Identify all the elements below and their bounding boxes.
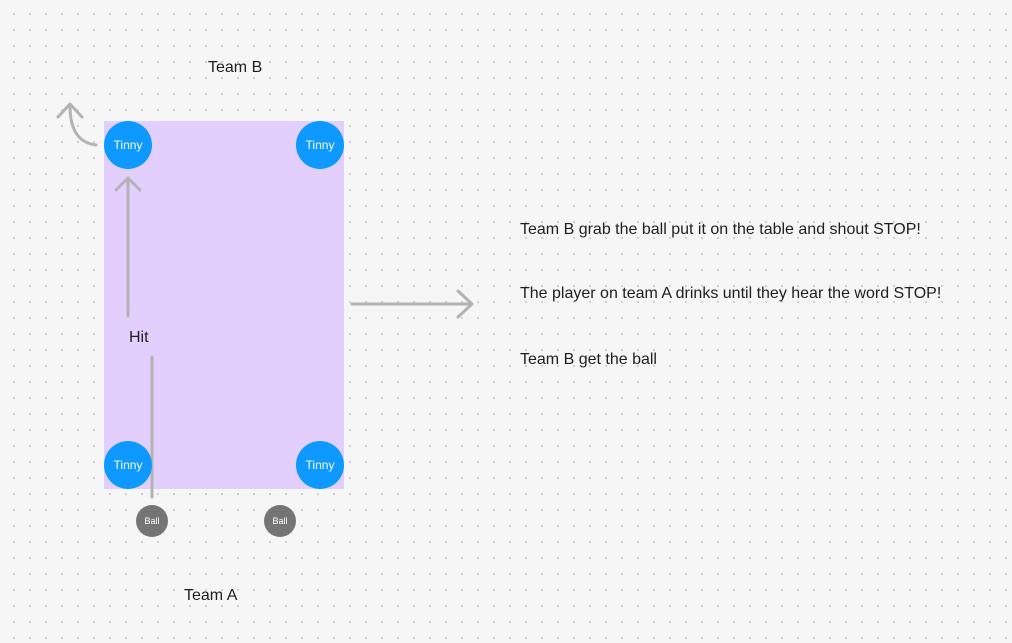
tinny-bottom-left[interactable]: Tinny bbox=[104, 441, 152, 489]
team-a-label: Team A bbox=[184, 587, 238, 604]
instruction-text: The player on team A drinks until they h… bbox=[520, 285, 942, 302]
ball-right[interactable]: Ball bbox=[264, 505, 296, 537]
ball-left[interactable]: Ball bbox=[136, 505, 168, 537]
tinny-top-right[interactable]: Tinny bbox=[296, 121, 344, 169]
team-b-label: Team B bbox=[208, 59, 263, 76]
hit-label: Hit bbox=[129, 329, 149, 346]
curved-arrow-icon bbox=[68, 104, 98, 147]
instruction-text: Team B get the ball bbox=[520, 351, 657, 368]
tinny-top-left[interactable]: Tinny bbox=[104, 121, 152, 169]
instruction-text: Team B grab the ball put it on the table… bbox=[520, 221, 921, 238]
connector-arrows bbox=[56, 102, 474, 499]
tinny-bottom-right[interactable]: Tinny bbox=[296, 441, 344, 489]
